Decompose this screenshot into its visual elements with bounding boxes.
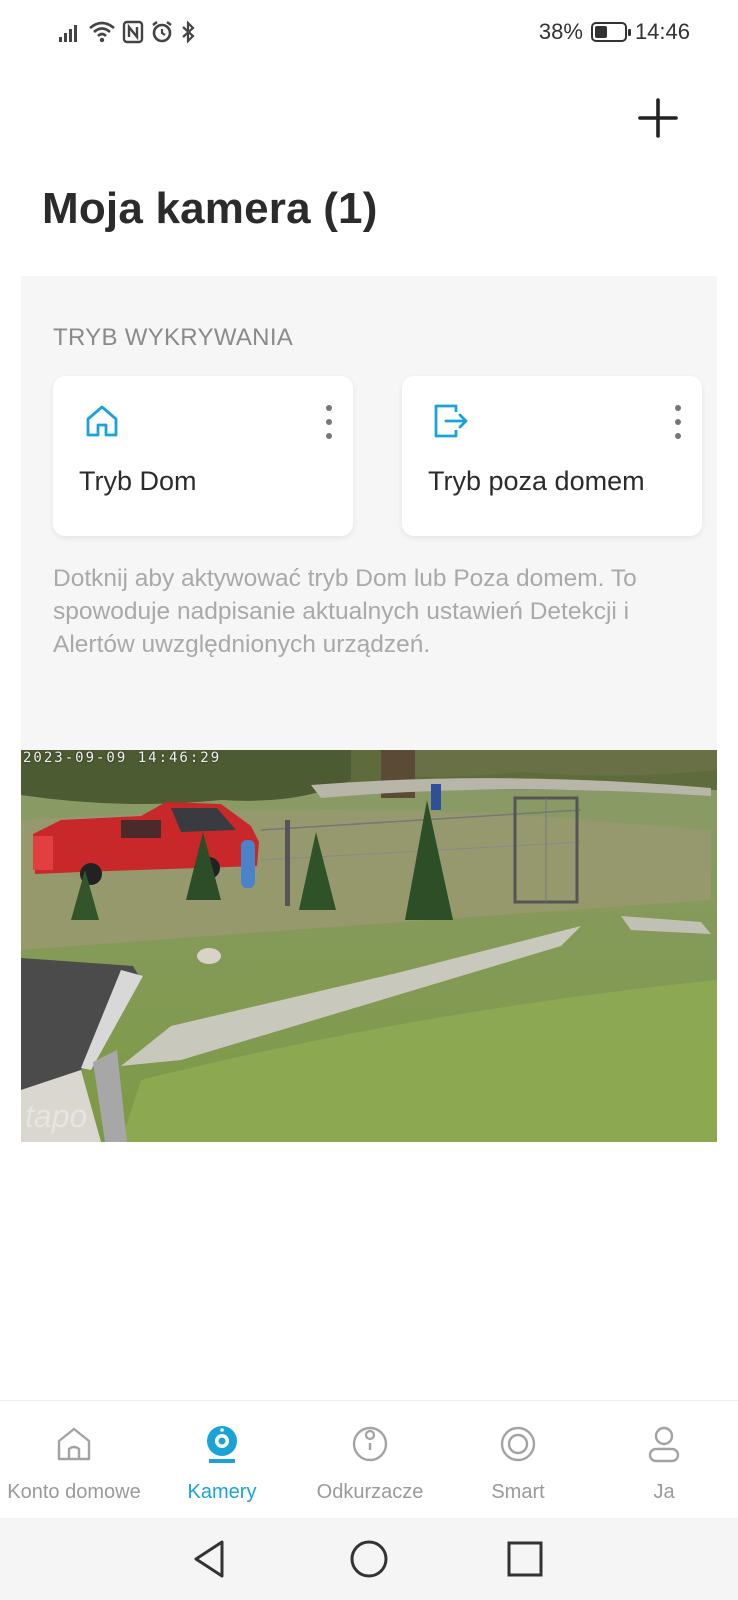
camera-scene-image: [21, 750, 717, 1142]
nav-label: Kamery: [187, 1481, 257, 1503]
mode-label: Tryb Dom: [79, 466, 197, 496]
nav-item-smart[interactable]: Smart: [444, 1401, 592, 1519]
plus-icon: [638, 98, 678, 138]
profile-icon: [648, 1426, 680, 1463]
nav-label: Smart: [491, 1481, 545, 1503]
status-icons: [58, 16, 196, 48]
camera-live-preview[interactable]: 2023-09-09 14:46:29 tapo: [21, 750, 717, 1142]
add-device-button[interactable]: [636, 96, 680, 140]
battery-icon: [590, 22, 631, 42]
detection-mode-panel: TRYB WYKRYWANIA Tryb Dom Tryb poza domem…: [21, 276, 717, 750]
smart-icon: [500, 1426, 536, 1462]
camera-icon: [207, 1426, 237, 1463]
mode-label: Tryb poza domem: [428, 466, 645, 496]
home-icon: [86, 405, 118, 437]
away-mode-card[interactable]: Tryb poza domem: [402, 376, 702, 536]
recents-icon[interactable]: [502, 1536, 548, 1582]
nav-item-ja[interactable]: Ja: [590, 1401, 738, 1519]
battery-level: [594, 26, 608, 38]
more-options-icon[interactable]: [319, 402, 339, 442]
section-label: TRYB WYKRYWANIA: [53, 324, 294, 351]
vacuum-icon: [352, 1426, 388, 1462]
alarm-icon: [152, 21, 172, 43]
status-bar: 38% 14:46: [0, 0, 738, 64]
exit-icon: [434, 404, 468, 438]
page-title: Moja kamera (1): [42, 184, 378, 233]
detection-description: Dotknij aby aktywować tryb Dom lub Poza …: [53, 565, 637, 658]
home-outline-icon: [57, 1427, 91, 1461]
camera-watermark: tapo: [25, 1098, 88, 1134]
battery-percent: 38%: [538, 19, 583, 44]
system-navigation-bar: [0, 1518, 738, 1600]
bottom-navigation: Konto domowe Kamery Odkurzacze Smart Ja: [0, 1400, 738, 1518]
home-circle-icon[interactable]: [346, 1536, 392, 1582]
back-icon[interactable]: [188, 1536, 234, 1582]
nfc-icon: [122, 20, 144, 44]
status-right: 38% 14:46: [539, 16, 690, 48]
camera-timestamp: 2023-09-09 14:46:29: [23, 750, 222, 766]
more-options-icon[interactable]: [668, 402, 688, 442]
bluetooth-icon: [182, 20, 195, 44]
nav-item-odkurzacze[interactable]: Odkurzacze: [296, 1401, 444, 1519]
nav-item-kamery[interactable]: Kamery: [148, 1401, 296, 1519]
nav-item-konto-domowe[interactable]: Konto domowe: [0, 1401, 148, 1519]
clock: 14:46: [634, 19, 690, 44]
nav-label: Ja: [653, 1481, 675, 1503]
wifi-icon: [89, 21, 115, 43]
nav-label: Odkurzacze: [316, 1481, 424, 1503]
signal-icon: [59, 25, 77, 42]
home-mode-card[interactable]: Tryb Dom: [53, 376, 353, 536]
nav-label: Konto domowe: [7, 1481, 141, 1503]
